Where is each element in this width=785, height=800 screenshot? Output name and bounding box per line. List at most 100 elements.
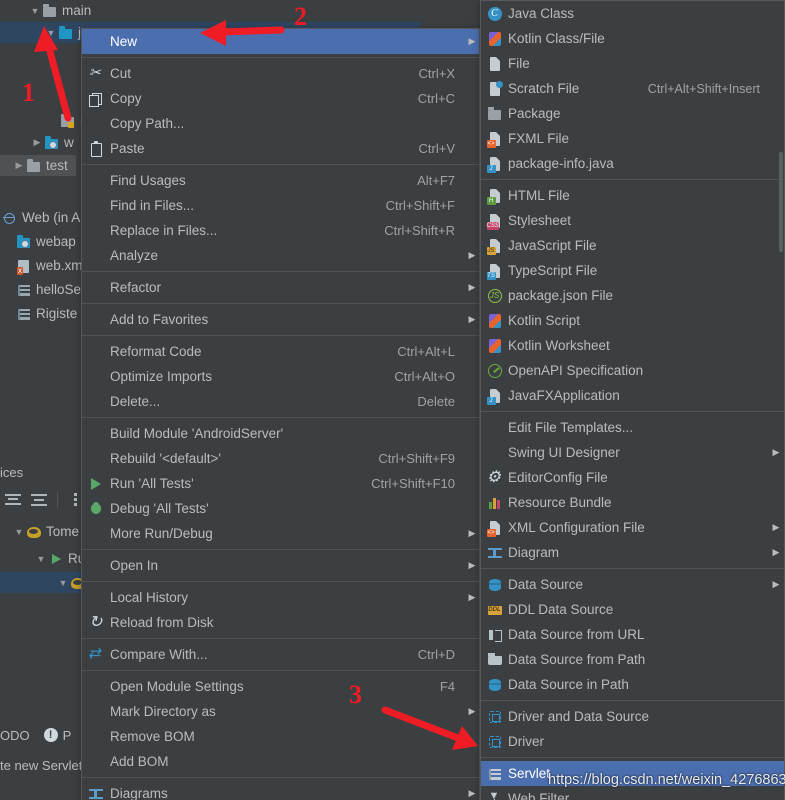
- submenu-scrollbar[interactable]: [779, 2, 783, 800]
- kotlin-worksheet-icon: [481, 333, 508, 358]
- submenu-item-package[interactable]: Package: [481, 101, 784, 126]
- submenu-item-data-source-from-path[interactable]: Data Source from Path: [481, 647, 784, 672]
- reload-icon: [82, 610, 110, 635]
- chevron-down-icon[interactable]: ▼: [28, 6, 42, 16]
- chevron-down-icon[interactable]: ▼: [56, 578, 70, 588]
- submenu-item-scratch-file[interactable]: Scratch File Ctrl+Alt+Shift+Insert: [481, 76, 784, 101]
- menu-item-shortcut: Ctrl+Alt+O: [394, 369, 455, 384]
- menu-item-find-usages[interactable]: Find Usages Alt+F7: [82, 168, 479, 193]
- submenu-item-kotlin-script[interactable]: Kotlin Script: [481, 308, 784, 333]
- menu-separator: [82, 271, 479, 272]
- submenu-item-driver-and-data-source[interactable]: Driver and Data Source: [481, 704, 784, 729]
- new-submenu[interactable]: C Java Class Kotlin Class/File File Scra…: [480, 0, 785, 800]
- menu-item-shortcut: Ctrl+C: [417, 91, 455, 106]
- empty-icon-slot: [82, 446, 110, 471]
- submenu-item-ddl-data-source[interactable]: DDL DDL Data Source: [481, 597, 784, 622]
- submenu-item-swing-ui-designer[interactable]: Swing UI Designer ▶: [481, 440, 784, 465]
- empty-icon-slot: [82, 749, 110, 774]
- empty-icon-slot: [481, 415, 508, 440]
- submenu-item-data-source[interactable]: Data Source ▶: [481, 572, 784, 597]
- submenu-item-edit-file-templates[interactable]: Edit File Templates...: [481, 415, 784, 440]
- xml-file-icon: [16, 258, 32, 275]
- tree-item-label: helloSe: [36, 282, 82, 297]
- menu-item-copy-path[interactable]: Copy Path...: [82, 111, 479, 136]
- chevron-right-icon: ▶: [468, 560, 476, 570]
- menu-item-diagrams[interactable]: Diagrams ▶: [82, 781, 479, 800]
- submenu-item-label: OpenAPI Specification: [508, 363, 644, 378]
- submenu-item-label: Resource Bundle: [508, 495, 612, 510]
- menu-item-open-in[interactable]: Open In ▶: [82, 553, 479, 578]
- expand-all-icon[interactable]: [0, 489, 26, 511]
- submenu-item-kotlin-class-file[interactable]: Kotlin Class/File: [481, 26, 784, 51]
- menu-item-replace-in-files[interactable]: Replace in Files... Ctrl+Shift+R: [82, 218, 479, 243]
- submenu-item-label: File: [508, 56, 530, 71]
- collapse-all-icon[interactable]: [26, 489, 52, 511]
- submenu-item-package-json-file[interactable]: JS package.json File: [481, 283, 784, 308]
- menu-item-more-run-debug[interactable]: More Run/Debug ▶: [82, 521, 479, 546]
- chevron-down-icon[interactable]: ▼: [12, 527, 26, 537]
- submenu-item-diagram[interactable]: Diagram ▶: [481, 540, 784, 565]
- tree-item-test[interactable]: ▶ test: [0, 155, 76, 176]
- menu-item-refactor[interactable]: Refactor ▶: [82, 275, 479, 300]
- problems-tab[interactable]: P: [63, 728, 72, 743]
- chevron-down-icon[interactable]: ▼: [34, 554, 48, 564]
- tree-item-main[interactable]: ▼ main: [0, 0, 420, 21]
- chevron-down-icon[interactable]: ▼: [44, 28, 58, 38]
- chevron-right-icon: ▶: [468, 250, 476, 260]
- submenu-item-fxml-file[interactable]: <> FXML File: [481, 126, 784, 151]
- submenu-item-javafx-application[interactable]: J JavaFXApplication: [481, 383, 784, 408]
- menu-item-mark-directory-as[interactable]: Mark Directory as ▶: [82, 699, 479, 724]
- menu-item-rebuild[interactable]: Rebuild '<default>' Ctrl+Shift+F9: [82, 446, 479, 471]
- submenu-item-stylesheet[interactable]: CSS Stylesheet: [481, 208, 784, 233]
- submenu-item-label: Data Source from Path: [508, 652, 646, 667]
- menu-item-analyze[interactable]: Analyze ▶: [82, 243, 479, 268]
- submenu-item-kotlin-worksheet[interactable]: Kotlin Worksheet: [481, 333, 784, 358]
- menu-item-add-to-favorites[interactable]: Add to Favorites ▶: [82, 307, 479, 332]
- menu-item-open-module-settings[interactable]: Open Module Settings F4: [82, 674, 479, 699]
- submenu-item-typescript-file[interactable]: TS TypeScript File: [481, 258, 784, 283]
- submenu-item-label: Driver: [508, 734, 544, 749]
- menu-item-label: Rebuild '<default>': [110, 451, 221, 466]
- menu-item-cut[interactable]: Cut Ctrl+X: [82, 61, 479, 86]
- submenu-item-resource-bundle[interactable]: Resource Bundle: [481, 490, 784, 515]
- submenu-item-xml-configuration-file[interactable]: <> XML Configuration File ▶: [481, 515, 784, 540]
- menu-item-delete[interactable]: Delete... Delete: [82, 389, 479, 414]
- menu-item-copy[interactable]: Copy Ctrl+C: [82, 86, 479, 111]
- menu-item-reformat-code[interactable]: Reformat Code Ctrl+Alt+L: [82, 339, 479, 364]
- menu-item-label: Reload from Disk: [110, 615, 214, 630]
- menu-item-run-all-tests[interactable]: Run 'All Tests' Ctrl+Shift+F10: [82, 471, 479, 496]
- submenu-item-label: Swing UI Designer: [508, 445, 620, 460]
- menu-item-remove-bom[interactable]: Remove BOM: [82, 724, 479, 749]
- menu-item-optimize-imports[interactable]: Optimize Imports Ctrl+Alt+O: [82, 364, 479, 389]
- submenu-item-package-info-java[interactable]: J package-info.java: [481, 151, 784, 176]
- chevron-right-icon: ▶: [468, 36, 476, 46]
- menu-item-find-in-files[interactable]: Find in Files... Ctrl+Shift+F: [82, 193, 479, 218]
- submenu-item-driver[interactable]: Driver: [481, 729, 784, 754]
- chevron-right-icon[interactable]: ▶: [30, 137, 44, 148]
- todo-tab[interactable]: ODO: [0, 728, 30, 743]
- submenu-separator: [481, 568, 784, 569]
- context-menu[interactable]: New ▶ Cut Ctrl+X Copy Ctrl+C Copy Path..…: [81, 28, 480, 800]
- submenu-item-web-filter[interactable]: Web Filter: [481, 786, 784, 800]
- menu-item-add-bom[interactable]: Add BOM: [82, 749, 479, 774]
- submenu-item-javascript-file[interactable]: JS JavaScript File: [481, 233, 784, 258]
- menu-item-new[interactable]: New ▶: [82, 29, 479, 54]
- chevron-right-icon[interactable]: ▶: [12, 160, 26, 171]
- menu-item-debug-all-tests[interactable]: Debug 'All Tests': [82, 496, 479, 521]
- tomcat-icon: [26, 524, 42, 540]
- menu-item-local-history[interactable]: Local History ▶: [82, 585, 479, 610]
- submenu-item-data-source-from-url[interactable]: Data Source from URL: [481, 622, 784, 647]
- menu-item-reload-from-disk[interactable]: Reload from Disk: [82, 610, 479, 635]
- empty-icon-slot: [82, 553, 110, 578]
- submenu-item-label: Diagram: [508, 545, 560, 560]
- submenu-item-java-class[interactable]: C Java Class: [481, 1, 784, 26]
- submenu-item-openapi-specification[interactable]: OpenAPI Specification: [481, 358, 784, 383]
- menu-item-paste[interactable]: Paste Ctrl+V: [82, 136, 479, 161]
- submenu-item-editorconfig-file[interactable]: EditorConfig File: [481, 465, 784, 490]
- submenu-item-html-file[interactable]: H HTML File: [481, 183, 784, 208]
- submenu-item-data-source-in-path[interactable]: Data Source in Path: [481, 672, 784, 697]
- menu-item-compare-with[interactable]: Compare With... Ctrl+D: [82, 642, 479, 667]
- menu-item-build-module[interactable]: Build Module 'AndroidServer': [82, 421, 479, 446]
- submenu-item-label: Scratch File: [508, 81, 580, 96]
- submenu-item-file[interactable]: File: [481, 51, 784, 76]
